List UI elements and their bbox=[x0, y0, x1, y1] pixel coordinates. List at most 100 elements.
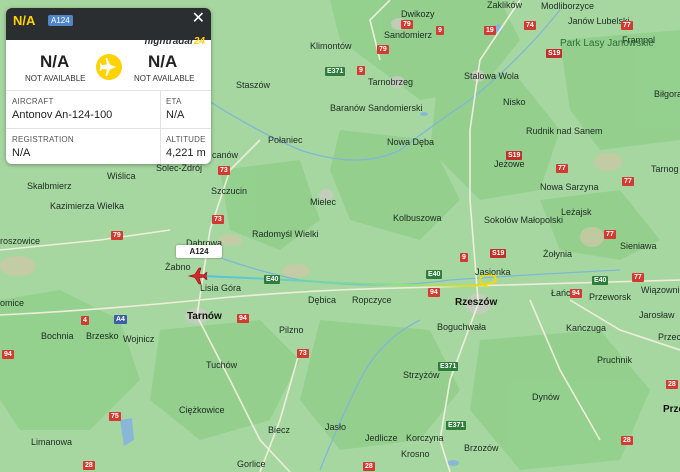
aircraft-label[interactable]: A124 bbox=[176, 245, 222, 258]
place-label: Boguchwała bbox=[437, 322, 487, 332]
road-shield: 94 bbox=[237, 314, 249, 323]
panel-header: N/A A124 ✕ bbox=[6, 8, 211, 32]
altitude-value: 4,221 m bbox=[166, 147, 206, 159]
origin-name: NOT AVAILABLE bbox=[25, 74, 86, 83]
road-shield: S19 bbox=[490, 249, 507, 258]
road-shield: 79 bbox=[111, 231, 123, 240]
road-shield: E40 bbox=[426, 270, 443, 279]
road-shield: 79 bbox=[401, 20, 413, 29]
place-label: Dynów bbox=[532, 392, 560, 402]
road-shield: S19 bbox=[506, 151, 523, 160]
place-label: Tarnog bbox=[651, 164, 679, 174]
callsign: N/A bbox=[13, 13, 36, 28]
place-label: Żabno bbox=[165, 262, 191, 272]
place-label: Tarnów bbox=[187, 311, 222, 322]
place-label: Wiślica bbox=[107, 171, 136, 181]
aircraft-type-badge: A124 bbox=[48, 15, 73, 26]
place-label: Lisia Góra bbox=[200, 283, 242, 293]
place-label: Skalbmierz bbox=[27, 181, 72, 191]
place-label: Połaniec bbox=[268, 135, 303, 145]
place-label: Limanowa bbox=[31, 437, 73, 447]
place-label: Baranów Sandomierski bbox=[330, 103, 423, 113]
registration-label: REGISTRATION bbox=[12, 135, 74, 144]
place-label: roszowice bbox=[0, 236, 41, 246]
place-label: Przec bbox=[658, 332, 680, 342]
place-label: canów bbox=[212, 150, 239, 160]
road-shield: 9 bbox=[357, 66, 365, 75]
destination-name: NOT AVAILABLE bbox=[134, 74, 195, 83]
place-label: Sandomierz bbox=[384, 30, 433, 40]
place-label: Jasło bbox=[325, 422, 347, 432]
place-label: Kazimierza Wielka bbox=[50, 201, 125, 211]
destination-code[interactable]: N/A bbox=[148, 52, 177, 72]
place-label: Nowa Sarzyna bbox=[540, 182, 599, 192]
road-shield: 28 bbox=[666, 380, 678, 389]
place-label: Ciężkowice bbox=[179, 405, 225, 415]
place-label: Wojnicz bbox=[123, 334, 155, 344]
place-label: Modliborzyce bbox=[541, 1, 595, 11]
place-label: Żołynia bbox=[543, 249, 573, 259]
road-shield: E371 bbox=[438, 362, 459, 371]
road-shield: 28 bbox=[621, 436, 633, 445]
place-label: omice bbox=[0, 298, 25, 308]
road-shield: E371 bbox=[325, 67, 346, 76]
aircraft-row: AIRCRAFT Antonov An-124-100 ETA N/A bbox=[6, 90, 211, 129]
registration-value: N/A bbox=[12, 147, 31, 159]
place-label: Brzesko bbox=[86, 331, 119, 341]
road-shield: 75 bbox=[109, 412, 121, 421]
road-shield: S19 bbox=[546, 49, 563, 58]
place-label: Korczyna bbox=[406, 433, 444, 443]
close-icon[interactable]: ✕ bbox=[192, 10, 205, 28]
place-label: Bochnia bbox=[41, 331, 74, 341]
place-label: Nowa Dęba bbox=[387, 137, 435, 147]
registration-row: REGISTRATION N/A ALTITUDE 4,221 m bbox=[6, 128, 211, 164]
place-label: Przeworsk bbox=[589, 292, 632, 302]
altitude-label: ALTITUDE bbox=[166, 135, 206, 144]
road-shield: E371 bbox=[446, 421, 467, 430]
road-shield: 94 bbox=[2, 350, 14, 359]
road-shield: 28 bbox=[83, 461, 95, 470]
place-label: Staszów bbox=[236, 80, 271, 90]
eta-value: N/A bbox=[166, 109, 185, 121]
place-label: Jarosław bbox=[639, 310, 675, 320]
road-shield: 79 bbox=[377, 45, 389, 54]
place-label: Strzyżów bbox=[403, 370, 440, 380]
place-label: Pruchnik bbox=[597, 355, 633, 365]
aircraft-label: AIRCRAFT bbox=[12, 97, 54, 106]
road-shield: 9 bbox=[460, 253, 468, 262]
place-label: Stalowa Wola bbox=[464, 71, 519, 81]
road-shield: 77 bbox=[556, 164, 568, 173]
place-label: Tuchów bbox=[206, 360, 238, 370]
place-label: Brzozów bbox=[464, 443, 499, 453]
place-label: Kolbuszowa bbox=[393, 213, 442, 223]
park-label: Park Lasy Janowskie bbox=[560, 38, 654, 49]
place-label: Biecz bbox=[268, 425, 291, 435]
road-shield: 77 bbox=[622, 177, 634, 186]
place-label: Tarnobrzeg bbox=[368, 77, 414, 87]
place-label: Prze bbox=[663, 404, 680, 415]
place-label: Zaklików bbox=[487, 0, 523, 10]
place-label: Sieniawa bbox=[620, 241, 657, 251]
road-shield: 77 bbox=[632, 273, 644, 282]
road-shield: 19 bbox=[484, 26, 496, 35]
place-label: Szczucin bbox=[211, 186, 248, 196]
place-label: Rzeszów bbox=[455, 297, 498, 308]
road-shield: E40 bbox=[592, 276, 609, 285]
eta-label: ETA bbox=[166, 97, 182, 106]
place-label: Janów Lubelski bbox=[568, 16, 630, 26]
place-label: Sokołów Małopolski bbox=[484, 215, 564, 225]
place-label: Klimontów bbox=[310, 41, 352, 51]
place-label: Mielec bbox=[310, 197, 337, 207]
place-label: Nisko bbox=[503, 97, 526, 107]
place-label: Solec-Zdrój bbox=[156, 163, 203, 173]
place-label: Dębica bbox=[308, 295, 337, 305]
place-label: Kańczuga bbox=[566, 323, 607, 333]
road-shield: 94 bbox=[428, 288, 440, 297]
origin-code[interactable]: N/A bbox=[40, 52, 69, 72]
place-label: Jasionka bbox=[475, 267, 511, 277]
road-shield: 73 bbox=[212, 215, 224, 224]
road-shield: 9 bbox=[436, 26, 444, 35]
road-shield: 77 bbox=[604, 230, 616, 239]
road-shield: 73 bbox=[297, 349, 309, 358]
place-label: Radomyśl Wielki bbox=[252, 229, 319, 239]
